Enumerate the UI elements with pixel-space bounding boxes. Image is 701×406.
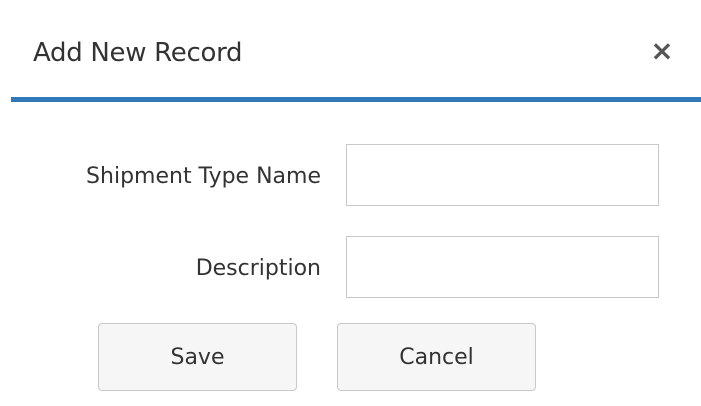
description-label: Description [195, 256, 321, 281]
description-input[interactable] [346, 236, 659, 298]
save-button[interactable]: Save [98, 323, 297, 391]
close-icon[interactable]: × [647, 36, 677, 66]
shipment-type-name-input[interactable] [346, 144, 659, 206]
add-record-dialog: Add New Record × Shipment Type Name Desc… [0, 0, 701, 406]
cancel-button[interactable]: Cancel [337, 323, 536, 391]
shipment-type-name-label: Shipment Type Name [86, 164, 321, 189]
dialog-header: Add New Record × [11, 8, 701, 102]
dialog-title: Add New Record [33, 38, 243, 68]
